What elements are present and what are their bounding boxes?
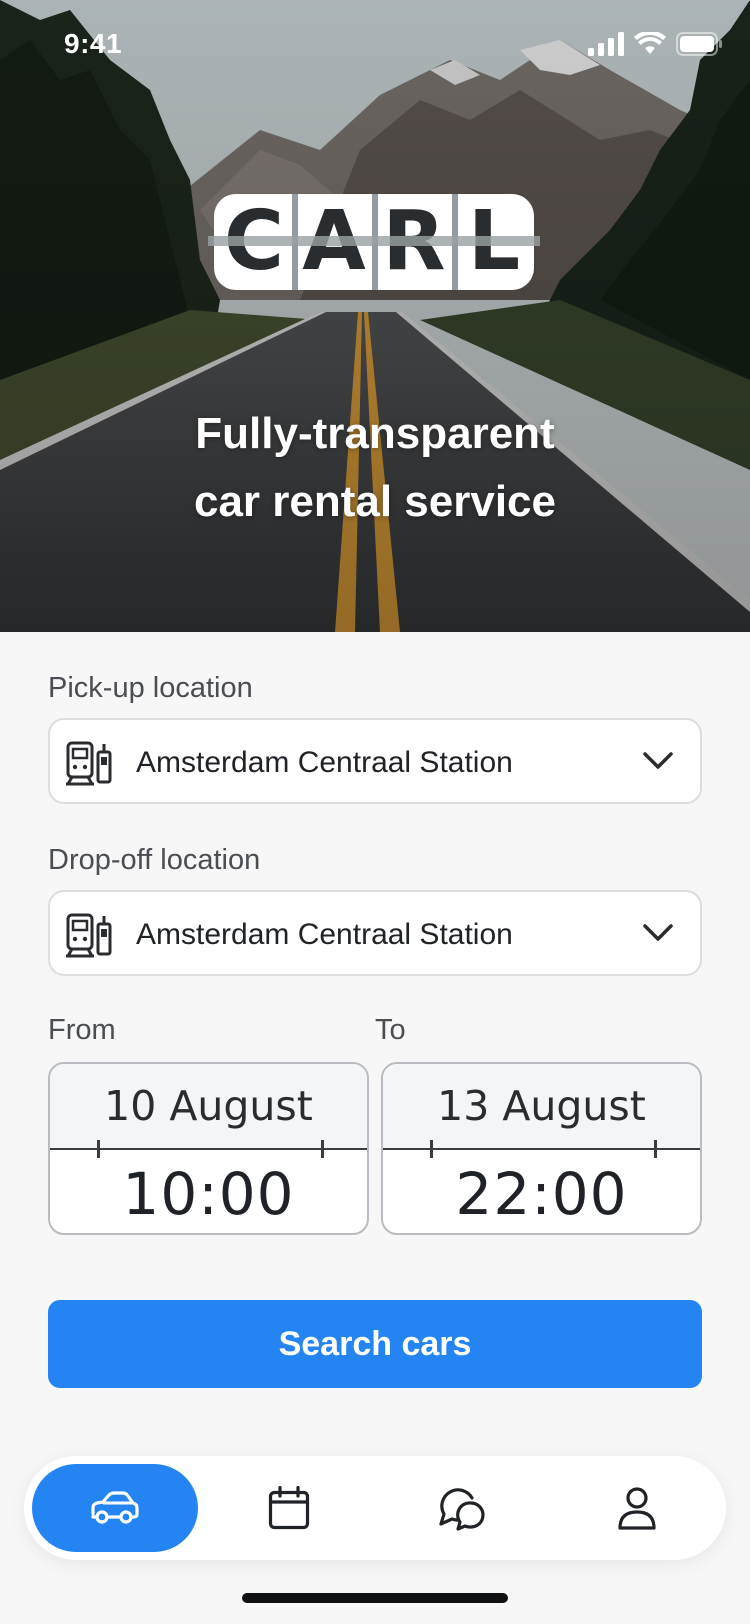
train-station-icon: [66, 913, 112, 958]
logo-hinge-bar: [208, 236, 540, 246]
status-bar: 9:41: [0, 0, 750, 92]
home-indicator: [242, 1593, 508, 1603]
from-time[interactable]: 10:00: [50, 1160, 367, 1228]
dropoff-location-select[interactable]: Amsterdam Centraal Station: [48, 890, 702, 976]
hero-banner: 9:41 C A R L Fully-transparent car renta…: [0, 0, 750, 632]
flip-hinge: [97, 1140, 100, 1158]
profile-icon: [618, 1487, 656, 1530]
flip-hinge: [321, 1140, 324, 1158]
pickup-location-value: Amsterdam Centraal Station: [136, 746, 513, 779]
car-icon: [91, 1491, 139, 1524]
dropoff-location-value: Amsterdam Centraal Station: [136, 918, 513, 951]
chat-icon: [439, 1488, 485, 1531]
carl-logo: C A R L: [208, 194, 540, 290]
calendar-icon: [268, 1486, 310, 1530]
status-time: 9:41: [64, 28, 123, 59]
from-date[interactable]: 10 August: [50, 1082, 367, 1130]
pickup-location-select[interactable]: Amsterdam Centraal Station: [48, 718, 702, 804]
nav-item-cars[interactable]: [32, 1464, 198, 1552]
train-station-icon: [66, 741, 112, 786]
from-datetime-picker[interactable]: 10 August 10:00: [48, 1062, 369, 1235]
chevron-down-icon: [643, 924, 673, 941]
nav-item-profile[interactable]: [554, 1464, 720, 1552]
chevron-down-icon: [643, 752, 673, 769]
search-cars-button[interactable]: Search cars: [48, 1300, 702, 1388]
hero-landscape-image: [0, 0, 750, 632]
hero-tagline: Fully-transparent car rental service: [0, 400, 750, 536]
nav-item-support[interactable]: [380, 1464, 546, 1552]
from-label: From: [48, 1014, 116, 1046]
to-date[interactable]: 13 August: [383, 1082, 700, 1130]
cellular-signal-icon: [588, 32, 624, 56]
battery-icon: [676, 32, 722, 56]
to-label: To: [375, 1014, 406, 1046]
to-time[interactable]: 22:00: [383, 1160, 700, 1228]
dropoff-location-label: Drop-off location: [48, 844, 261, 876]
tagline-line-1: Fully-transparent: [195, 409, 555, 458]
bottom-navigation: [24, 1456, 726, 1560]
wifi-icon: [634, 32, 666, 54]
flip-hinge: [654, 1140, 657, 1158]
status-icons: [588, 32, 722, 56]
nav-item-bookings[interactable]: [206, 1464, 372, 1552]
pickup-location-label: Pick-up location: [48, 672, 253, 704]
to-datetime-picker[interactable]: 13 August 22:00: [381, 1062, 702, 1235]
tagline-line-2: car rental service: [193, 477, 557, 526]
flip-hinge: [430, 1140, 433, 1158]
